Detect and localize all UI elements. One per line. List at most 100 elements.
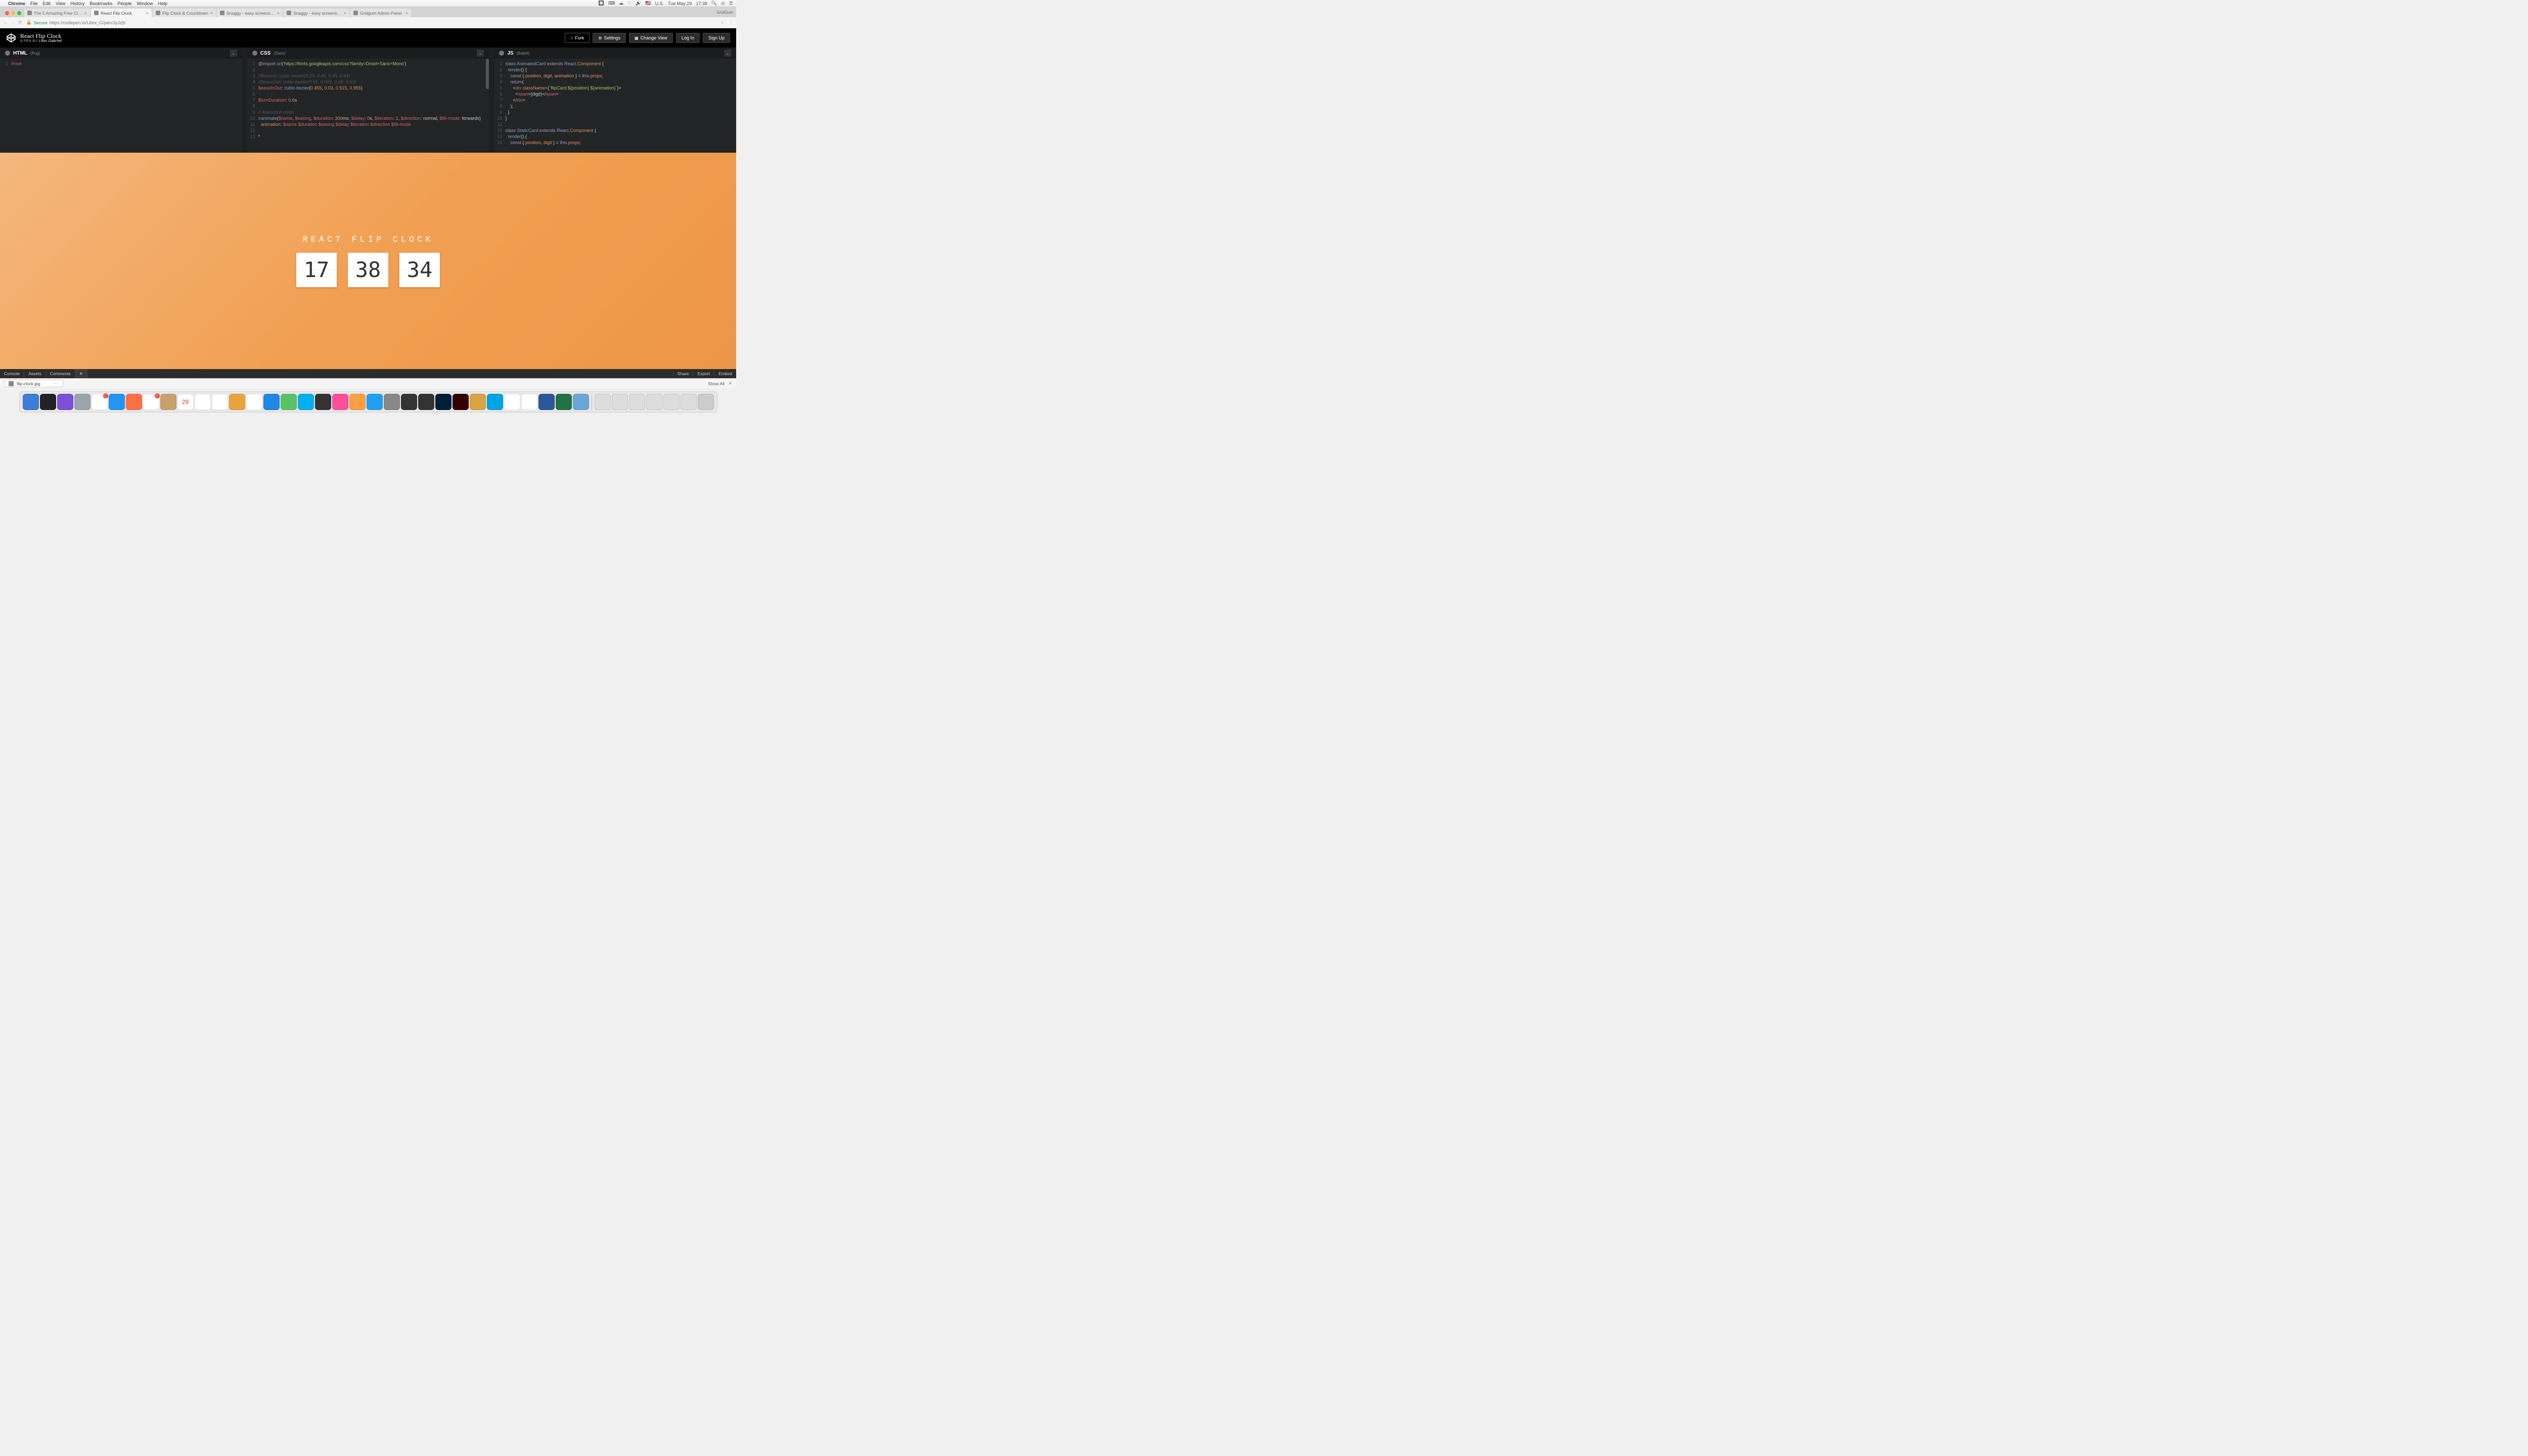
dock-app-icon[interactable] [453, 394, 469, 410]
close-tab-icon[interactable]: × [210, 11, 213, 16]
dock-app-icon[interactable] [349, 394, 366, 410]
dock-app-icon[interactable] [109, 394, 125, 410]
status-icon[interactable]: 🔲 [599, 1, 604, 6]
gear-icon[interactable] [252, 51, 257, 56]
dock-app-icon[interactable] [298, 394, 314, 410]
browser-tab[interactable]: React Flip Clock× [91, 9, 152, 17]
menu-people[interactable]: People [117, 1, 131, 6]
author-link[interactable]: Libor Gabrhel [38, 39, 62, 43]
close-shelf-button[interactable]: ✕ [729, 381, 732, 386]
zoom-window-button[interactable] [17, 11, 21, 15]
reload-button[interactable]: ⟳ [18, 20, 22, 25]
dock-app-icon[interactable] [595, 394, 611, 410]
forward-button[interactable]: → [11, 20, 15, 25]
code-editor[interactable]: 1@import url('https://fonts.googleapis.c… [247, 59, 489, 153]
status-icon[interactable]: ⌨︎ [608, 1, 615, 6]
dock-app-icon[interactable] [538, 394, 555, 410]
dock-app-icon[interactable] [470, 394, 486, 410]
dock-app-icon[interactable] [401, 394, 417, 410]
dock-app-icon[interactable] [663, 394, 680, 410]
settings-button[interactable]: ⚙Settings [593, 33, 626, 43]
dock-app-icon[interactable] [367, 394, 383, 410]
browser-tab[interactable]: Gridgum Admin Panel× [350, 9, 411, 17]
dock-app-icon[interactable] [74, 394, 91, 410]
dock-app-icon[interactable] [646, 394, 662, 410]
dock-app-icon[interactable]: 2 [92, 394, 108, 410]
dock-app-icon[interactable] [40, 394, 56, 410]
dock-app-icon[interactable]: 2 [143, 394, 159, 410]
scrollbar[interactable] [486, 59, 489, 89]
close-tab-icon[interactable]: × [277, 11, 280, 16]
back-button[interactable]: ← [3, 20, 8, 25]
gear-icon[interactable] [5, 51, 10, 56]
dock-app-icon[interactable] [521, 394, 537, 410]
chevron-down-icon[interactable]: ⌄ [477, 50, 484, 57]
dock-app-icon[interactable] [487, 394, 503, 410]
dock-app-icon[interactable] [629, 394, 645, 410]
code-editor[interactable]: 1class AnimatedCard extends React.Compon… [494, 59, 736, 153]
input-label[interactable]: U.S. [655, 1, 664, 6]
export-button[interactable]: Export [693, 371, 714, 376]
close-tab-icon[interactable]: × [405, 11, 408, 16]
download-menu-icon[interactable]: ⋯ [54, 381, 59, 386]
url-box[interactable]: 🔒 Secure https://codepen.io/Libor_G/pen/… [26, 20, 716, 25]
app-name[interactable]: Chrome [8, 1, 25, 6]
download-item[interactable]: flip-clock.jpg ⋯ [4, 380, 63, 387]
dock-app-icon[interactable] [332, 394, 348, 410]
menu-help[interactable]: Help [158, 1, 167, 6]
dock-app-icon[interactable] [504, 394, 520, 410]
collapse-button[interactable]: ✕ [75, 369, 87, 378]
dock-app-icon[interactable] [23, 394, 39, 410]
menu-bookmarks[interactable]: Bookmarks [89, 1, 112, 6]
dock-app-icon[interactable] [612, 394, 628, 410]
flag-icon[interactable]: 🇺🇸 [645, 1, 651, 6]
gear-icon[interactable] [499, 51, 504, 56]
dock-app-icon[interactable]: 29 [177, 394, 194, 410]
minimize-window-button[interactable] [11, 11, 15, 15]
menu-view[interactable]: View [56, 1, 65, 6]
close-tab-icon[interactable]: × [146, 11, 149, 16]
menu-file[interactable]: File [30, 1, 38, 6]
close-window-button[interactable] [5, 11, 9, 15]
dock-app-icon[interactable] [681, 394, 697, 410]
dock-app-icon[interactable] [212, 394, 228, 410]
dock-app-icon[interactable] [384, 394, 400, 410]
dock-app-icon[interactable] [126, 394, 142, 410]
status-icon[interactable]: ♡ [627, 1, 631, 6]
dock-app-icon[interactable] [263, 394, 280, 410]
dock-app-icon[interactable] [57, 394, 73, 410]
dock-app-icon[interactable] [229, 394, 245, 410]
dock-app-icon[interactable] [418, 394, 434, 410]
notification-icon[interactable]: ☰ [729, 1, 733, 6]
browser-tab[interactable]: Snaggy - easy screenshots× [217, 9, 283, 17]
dock-app-icon[interactable] [281, 394, 297, 410]
code-editor[interactable]: 1#root [0, 59, 242, 153]
bookmark-star-icon[interactable]: ☆ [720, 20, 725, 25]
siri-icon[interactable]: ◎ [721, 1, 725, 6]
dock-app-icon[interactable] [195, 394, 211, 410]
codepen-logo-icon[interactable] [6, 33, 16, 43]
share-button[interactable]: Share [673, 371, 693, 376]
show-all-button[interactable]: Show All [708, 381, 725, 386]
assets-button[interactable]: Assets [24, 369, 46, 378]
browser-tab[interactable]: Snaggy - easy screenshots× [284, 9, 349, 17]
browser-tab[interactable]: Flip Clock & Countdown× [153, 9, 216, 17]
profile-badge[interactable]: GridGum [717, 10, 733, 15]
menu-window[interactable]: Window [137, 1, 153, 6]
embed-button[interactable]: Embed [714, 371, 736, 376]
close-tab-icon[interactable]: × [344, 11, 346, 16]
chrome-menu-icon[interactable]: ⋮ [729, 20, 733, 25]
date-label[interactable]: Tue May 29 [668, 1, 692, 6]
status-icon[interactable]: ☁︎ [619, 1, 623, 6]
chevron-down-icon[interactable]: ⌄ [724, 50, 731, 57]
time-label[interactable]: 17:38 [696, 1, 707, 6]
menu-edit[interactable]: Edit [43, 1, 51, 6]
signup-button[interactable]: Sign Up [703, 33, 730, 43]
chevron-down-icon[interactable]: ⌄ [230, 50, 237, 57]
browser-tab[interactable]: The 5 Amazing Free Clock De× [24, 9, 90, 17]
dock-app-icon[interactable] [435, 394, 452, 410]
dock-app-icon[interactable] [160, 394, 176, 410]
spotlight-icon[interactable]: 🔍 [711, 1, 717, 6]
close-tab-icon[interactable]: × [84, 11, 87, 16]
dock-app-icon[interactable] [698, 394, 714, 410]
